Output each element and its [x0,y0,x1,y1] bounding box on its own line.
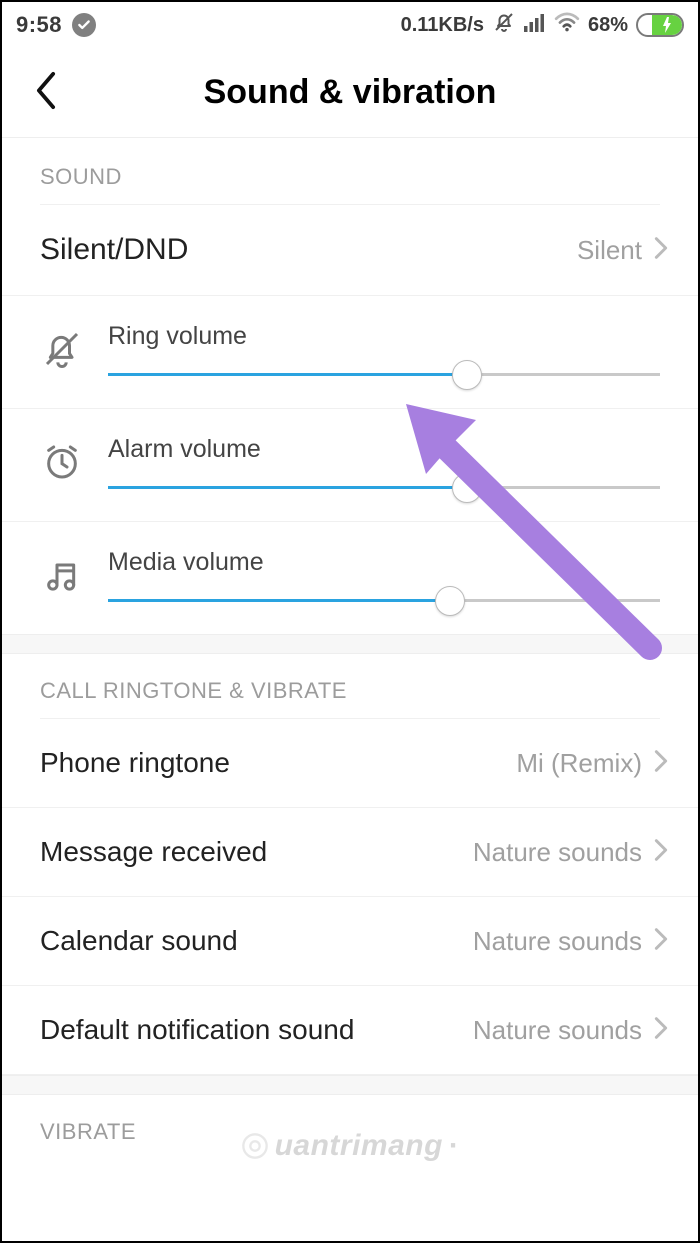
row-value: Nature sounds [473,926,642,957]
row-label: Calendar sound [40,925,238,957]
section-gap [2,1075,698,1095]
ring-volume-slider[interactable] [108,373,660,376]
slider-label: Ring volume [108,322,660,351]
bell-off-icon [492,10,516,40]
row-label: Silent/DND [40,233,188,267]
chevron-right-icon [654,927,668,956]
row-silent-dnd[interactable]: Silent/DND Silent [2,205,698,296]
check-circle-icon [72,13,96,37]
row-value: Silent [577,235,642,266]
section-gap [2,634,698,654]
alarm-clock-icon [40,440,84,484]
row-phone-ringtone[interactable]: Phone ringtone Mi (Remix) [2,719,698,808]
row-value: Mi (Remix) [516,748,642,779]
back-button[interactable] [32,71,60,114]
section-header-vibrate: VIBRATE [2,1095,698,1145]
music-note-icon [40,553,84,597]
row-message-received[interactable]: Message received Nature sounds [2,808,698,897]
row-label: Message received [40,836,267,868]
page-header: Sound & vibration [2,48,698,138]
chevron-right-icon [654,1016,668,1045]
row-default-notification[interactable]: Default notification sound Nature sounds [2,986,698,1075]
chevron-right-icon [654,838,668,867]
media-volume-slider[interactable] [108,599,660,602]
row-calendar-sound[interactable]: Calendar sound Nature sounds [2,897,698,986]
section-header-call: CALL RINGTONE & VIBRATE [2,654,698,718]
page-title: Sound & vibration [2,73,698,112]
cell-signal-icon [524,12,546,38]
battery-icon [636,13,684,37]
wifi-icon [554,12,580,38]
chevron-right-icon [654,236,668,265]
row-label: Phone ringtone [40,747,230,779]
status-bar-battery-pct: 68% [588,14,628,37]
chevron-right-icon [654,749,668,778]
row-value: Nature sounds [473,837,642,868]
alarm-volume-slider[interactable] [108,486,660,489]
status-bar: 9:58 0.11KB/s [2,2,698,48]
slider-label: Media volume [108,548,660,577]
row-label: Default notification sound [40,1014,354,1046]
slider-row-alarm: Alarm volume [2,409,698,522]
bell-silent-icon [40,327,84,371]
status-bar-network-speed: 0.11KB/s [401,14,484,37]
slider-row-ring: Ring volume [2,296,698,409]
row-value: Nature sounds [473,1015,642,1046]
section-header-sound: SOUND [2,140,698,204]
slider-row-media: Media volume [2,522,698,634]
slider-label: Alarm volume [108,435,660,464]
status-bar-time: 9:58 [16,12,62,38]
